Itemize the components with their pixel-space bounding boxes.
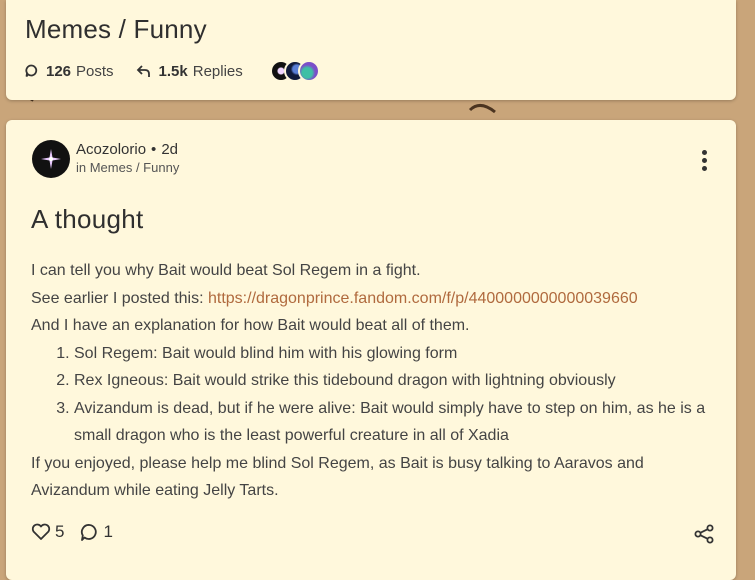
posts-label: Posts xyxy=(76,62,114,80)
author-avatar[interactable] xyxy=(32,140,70,178)
category-title: Memes / Funny xyxy=(25,14,207,44)
replies-count: 1.5k xyxy=(158,62,188,80)
post-category[interactable]: in Memes / Funny xyxy=(76,160,179,175)
heart-icon xyxy=(31,523,51,540)
post-body: I can tell you why Bait would beat Sol R… xyxy=(31,257,721,505)
post-actions: 5 1 xyxy=(31,522,129,542)
comment-icon xyxy=(81,523,98,541)
avatar[interactable] xyxy=(297,60,320,82)
body-line: See earlier I posted this: https://drago… xyxy=(31,289,638,307)
body-line: I can tell you why Bait would beat Sol R… xyxy=(31,262,421,279)
body-line: And I have an explanation for how Bait w… xyxy=(31,317,470,334)
contributor-avatars[interactable] xyxy=(269,60,320,82)
post-card: Acozolorio • 2d in Memes / Funny A thought… xyxy=(6,120,736,580)
body-line: If you enjoyed, please help me blind Sol… xyxy=(31,454,644,500)
author-name[interactable]: Acozolorio xyxy=(76,141,146,158)
separator-dot: • xyxy=(151,141,157,158)
replies-label: Replies xyxy=(192,62,243,80)
post-link[interactable]: https://dragonprince.fandom.com/f/p/4400… xyxy=(208,290,638,307)
author-line: Acozolorio • 2d xyxy=(76,141,178,158)
list-item: Sol Regem: Bait would blind him with his… xyxy=(74,340,721,368)
more-options-button[interactable] xyxy=(702,150,708,174)
numbered-list: Sol Regem: Bait would blind him with his… xyxy=(31,340,721,450)
reply-count: 1 xyxy=(103,522,113,541)
sparkle-icon xyxy=(41,149,61,169)
share-button[interactable] xyxy=(694,524,714,549)
like-count: 5 xyxy=(55,522,65,541)
share-icon xyxy=(694,524,714,544)
posts-count: 126 xyxy=(46,62,72,80)
like-button[interactable]: 5 xyxy=(31,522,64,542)
category-stats: 126 Posts 1.5k Replies xyxy=(25,60,320,82)
reply-button[interactable]: 1 xyxy=(80,522,113,542)
reply-arrow-icon xyxy=(136,65,150,77)
speech-bubble-icon xyxy=(25,64,38,78)
category-header: Memes / Funny 126 Posts 1.5k Replies xyxy=(6,0,736,100)
list-item: Rex Igneous: Bait would strike this tide… xyxy=(74,367,721,395)
list-item: Avizandum is dead, but if he were alive:… xyxy=(74,395,721,450)
post-time: 2d xyxy=(161,141,178,158)
posts-stat: 126 Posts xyxy=(25,63,114,80)
vertical-dots-icon xyxy=(702,150,708,171)
replies-stat: 1.5k Replies xyxy=(136,63,243,80)
post-title[interactable]: A thought xyxy=(31,204,144,235)
